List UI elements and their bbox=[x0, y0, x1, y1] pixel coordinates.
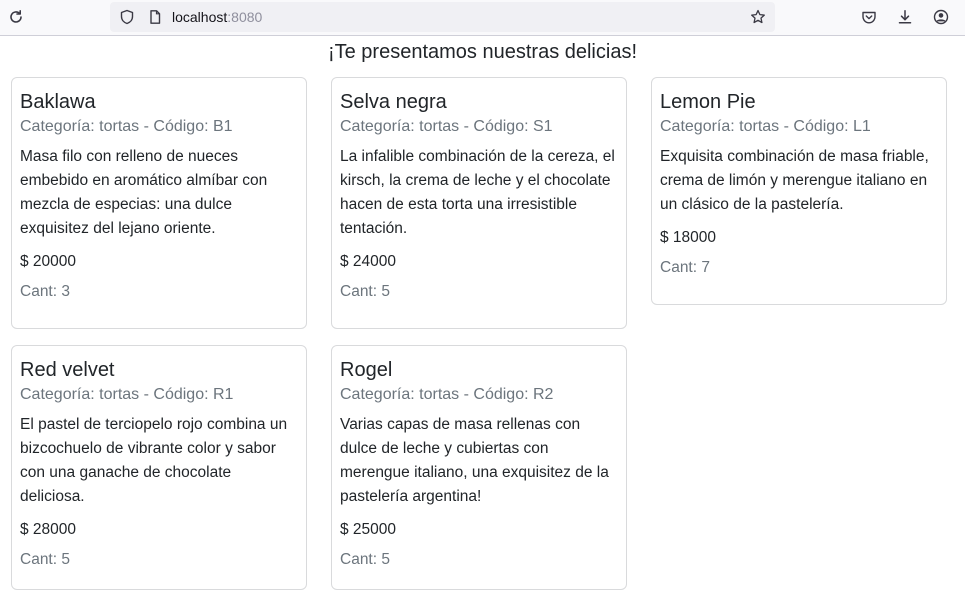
reload-icon[interactable] bbox=[7, 8, 25, 26]
product-quantity: Cant: 5 bbox=[340, 551, 390, 568]
product-price: $ 20000 bbox=[20, 253, 77, 270]
product-name: Selva negra bbox=[340, 91, 447, 113]
product-card: Rogel Categoría: tortas - Código: R2 Var… bbox=[331, 345, 627, 590]
url-host: localhost bbox=[172, 9, 228, 25]
product-subtitle: Categoría: tortas - Código: L1 bbox=[660, 118, 871, 135]
url-bar[interactable]: localhost:8080 bbox=[110, 2, 775, 32]
product-description: El pastel de terciopelo rojo combina un … bbox=[20, 416, 288, 505]
product-description: Varias capas de masa rellenas con dulce … bbox=[340, 416, 609, 505]
product-subtitle: Categoría: tortas - Código: R2 bbox=[340, 386, 554, 403]
shield-icon[interactable] bbox=[118, 8, 136, 26]
download-icon[interactable] bbox=[896, 8, 914, 26]
product-price: $ 18000 bbox=[660, 229, 717, 246]
product-name: Red velvet bbox=[20, 359, 115, 381]
account-icon[interactable] bbox=[932, 8, 950, 26]
product-price: $ 25000 bbox=[340, 521, 397, 538]
product-name: Lemon Pie bbox=[660, 91, 756, 113]
page-title: ¡Te presentamos nuestras delicias! bbox=[327, 41, 638, 63]
star-icon[interactable] bbox=[749, 8, 767, 26]
url-text[interactable]: localhost:8080 bbox=[172, 9, 262, 25]
product-subtitle: Categoría: tortas - Código: B1 bbox=[20, 118, 233, 135]
browser-toolbar: localhost:8080 bbox=[0, 0, 965, 36]
product-subtitle: Categoría: tortas - Código: R1 bbox=[20, 386, 234, 403]
product-subtitle: Categoría: tortas - Código: S1 bbox=[340, 118, 553, 135]
product-quantity: Cant: 5 bbox=[20, 551, 70, 568]
product-description: La infalible combinación de la cereza, e… bbox=[340, 148, 615, 237]
product-quantity: Cant: 3 bbox=[20, 283, 70, 300]
product-price: $ 24000 bbox=[340, 253, 397, 270]
product-description: Exquisita combinación de masa friable, c… bbox=[660, 148, 929, 213]
product-card: Red velvet Categoría: tortas - Código: R… bbox=[11, 345, 307, 590]
product-price: $ 28000 bbox=[20, 521, 77, 538]
product-card: Selva negra Categoría: tortas - Código: … bbox=[331, 77, 627, 329]
product-quantity: Cant: 5 bbox=[340, 283, 390, 300]
product-quantity: Cant: 7 bbox=[660, 259, 710, 276]
product-card: Baklawa Categoría: tortas - Código: B1 M… bbox=[11, 77, 307, 329]
pocket-icon[interactable] bbox=[860, 8, 878, 26]
product-name: Rogel bbox=[340, 359, 393, 381]
product-card: Lemon Pie Categoría: tortas - Código: L1… bbox=[651, 77, 947, 305]
url-port: :8080 bbox=[227, 9, 263, 25]
product-name: Baklawa bbox=[20, 91, 96, 113]
product-description: Masa filo con relleno de nueces embebido… bbox=[20, 148, 268, 237]
page-icon[interactable] bbox=[146, 8, 164, 26]
